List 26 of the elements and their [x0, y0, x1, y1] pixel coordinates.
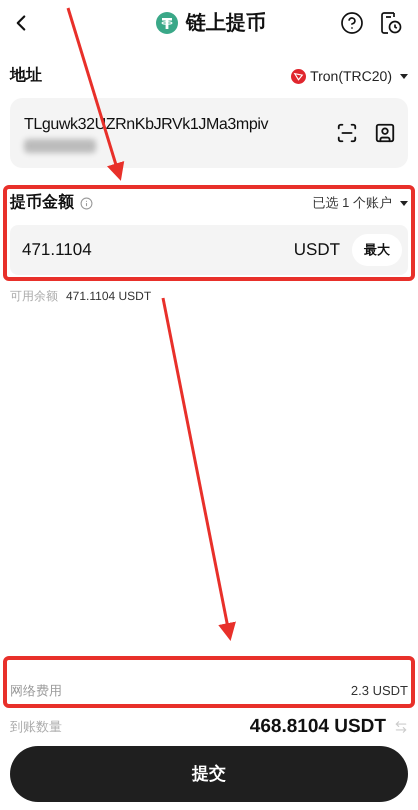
fee-label: 网络费用 — [10, 682, 62, 700]
unit-label: USDT — [294, 239, 340, 262]
amount-label: 提币金额 — [10, 192, 74, 213]
history-icon[interactable] — [380, 11, 402, 35]
amount-value: 471.1104 — [22, 239, 93, 262]
submit-button[interactable]: 提交 — [10, 746, 408, 802]
address-label: 地址 — [10, 66, 42, 86]
page-title: 链上提币 — [186, 11, 266, 36]
max-button[interactable]: 最大 — [352, 234, 402, 266]
dropdown-caret-icon — [400, 74, 408, 78]
dropdown-caret-icon — [400, 200, 408, 206]
tron-logo-icon — [291, 68, 306, 84]
scan-icon[interactable] — [336, 122, 358, 144]
received-label: 到账数量 — [10, 718, 62, 736]
amount-field[interactable]: 471.1104 USDT 最大 — [10, 225, 408, 275]
swap-icon — [394, 720, 408, 734]
available-label: 可用余额 — [10, 288, 58, 305]
tether-logo-icon — [156, 12, 178, 34]
available-value: 471.1104 USDT — [66, 288, 152, 305]
help-icon[interactable] — [340, 11, 364, 35]
network-selector[interactable]: Tron(TRC20) — [291, 66, 408, 86]
received-value: 468.8104 USDT — [250, 714, 386, 738]
account-selector[interactable]: 已选 1 个账户 — [312, 193, 408, 213]
info-icon — [80, 196, 93, 210]
address-book-icon[interactable] — [374, 122, 396, 144]
fee-value: 2.3 USDT — [350, 682, 408, 700]
